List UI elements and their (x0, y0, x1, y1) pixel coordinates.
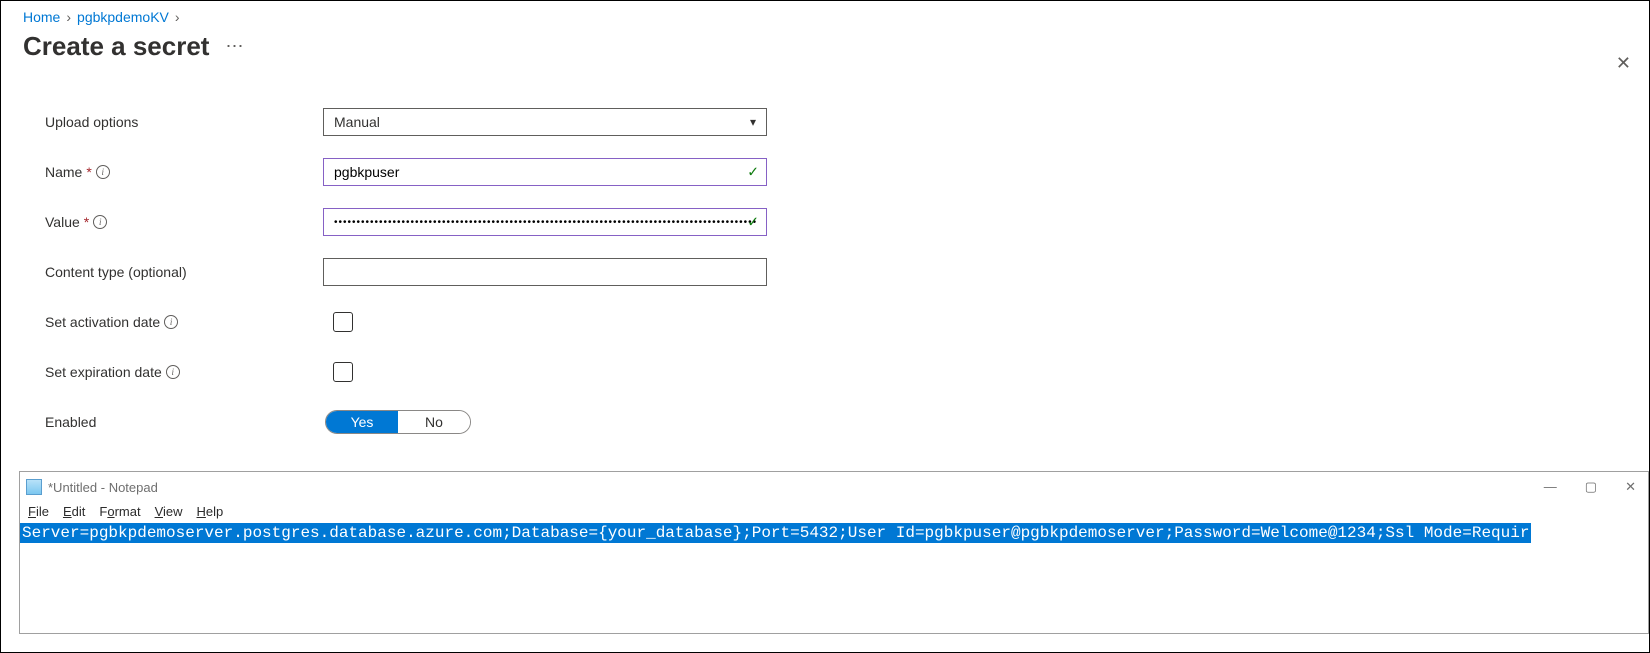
info-icon[interactable]: i (93, 215, 107, 229)
breadcrumb-home[interactable]: Home (23, 9, 60, 25)
enabled-no[interactable]: No (398, 411, 470, 433)
notepad-app-icon (26, 479, 42, 495)
minimize-button[interactable]: — (1544, 479, 1557, 495)
maximize-button[interactable]: ▢ (1585, 479, 1597, 495)
breadcrumb: Home › pgbkpdemoKV › (1, 1, 1649, 25)
breadcrumb-kv[interactable]: pgbkpdemoKV (77, 9, 169, 25)
chevron-right-icon: › (175, 9, 180, 25)
name-label: Name * i (45, 164, 323, 180)
expiration-date-label: Set expiration date i (45, 364, 323, 380)
chevron-down-icon: ▾ (750, 115, 756, 129)
enabled-label: Enabled (45, 414, 323, 430)
notepad-title: *Untitled - Notepad (48, 480, 158, 495)
required-asterisk: * (84, 214, 89, 230)
upload-options-value: Manual (334, 114, 380, 130)
more-actions-button[interactable]: ⋯ (225, 36, 243, 57)
menu-format[interactable]: Format (99, 504, 140, 519)
name-input[interactable] (323, 158, 767, 186)
enabled-yes[interactable]: Yes (326, 411, 398, 433)
upload-options-label: Upload options (45, 114, 323, 130)
notepad-selected-text: Server=pgbkpdemoserver.postgres.database… (20, 523, 1531, 543)
notepad-menu: File Edit Format View Help (20, 502, 1648, 523)
content-type-label: Content type (optional) (45, 264, 323, 280)
enabled-toggle[interactable]: Yes No (325, 410, 471, 434)
notepad-text-area[interactable]: Server=pgbkpdemoserver.postgres.database… (20, 523, 1648, 543)
required-asterisk: * (86, 164, 91, 180)
activation-date-checkbox[interactable] (333, 312, 353, 332)
content-type-input[interactable] (323, 258, 767, 286)
value-label: Value * i (45, 214, 323, 230)
value-input[interactable] (323, 208, 767, 236)
expiration-date-checkbox[interactable] (333, 362, 353, 382)
notepad-window: *Untitled - Notepad — ▢ ✕ File Edit Form… (19, 471, 1649, 634)
menu-edit[interactable]: Edit (63, 504, 85, 519)
menu-view[interactable]: View (155, 504, 183, 519)
close-window-button[interactable]: ✕ (1625, 479, 1636, 495)
activation-date-label: Set activation date i (45, 314, 323, 330)
chevron-right-icon: › (66, 9, 71, 25)
info-icon[interactable]: i (164, 315, 178, 329)
upload-options-select[interactable]: Manual ▾ (323, 108, 767, 136)
menu-file[interactable]: File (28, 504, 49, 519)
page-title: Create a secret (23, 31, 209, 62)
close-button[interactable]: ✕ (1616, 53, 1631, 74)
info-icon[interactable]: i (96, 165, 110, 179)
menu-help[interactable]: Help (197, 504, 224, 519)
info-icon[interactable]: i (166, 365, 180, 379)
